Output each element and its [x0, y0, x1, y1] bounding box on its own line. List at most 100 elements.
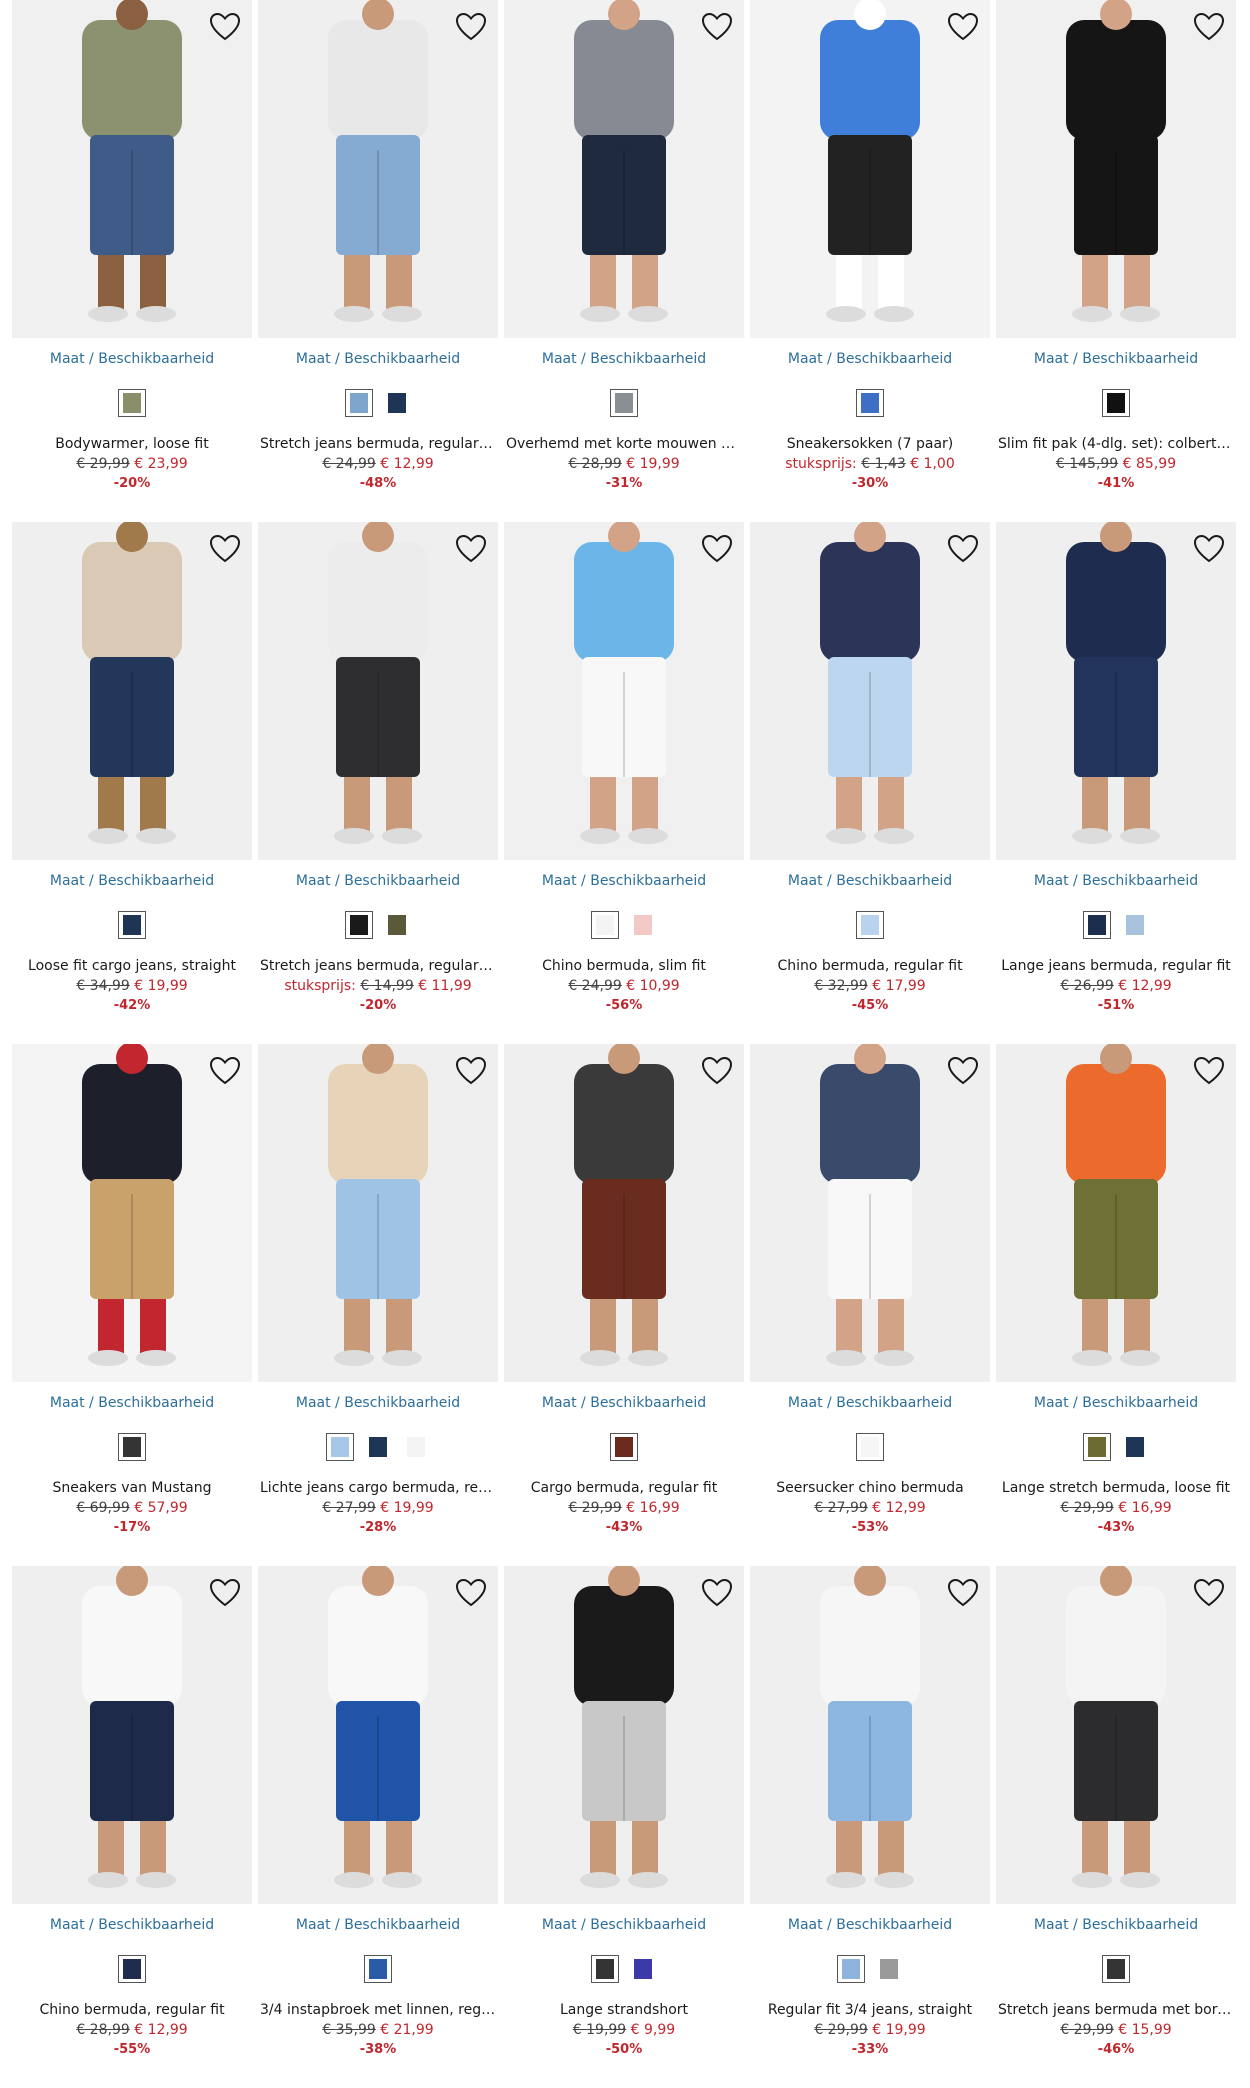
favorite-heart-icon[interactable]: [1192, 1054, 1226, 1088]
product-card[interactable]: Maat / Beschikbaarheid Cargo bermuda, re…: [504, 1044, 744, 1566]
product-image[interactable]: [12, 1566, 252, 1904]
color-swatch[interactable]: [1083, 1433, 1111, 1461]
product-title[interactable]: Chino bermuda, slim fit: [504, 956, 744, 976]
product-title[interactable]: Chino bermuda, regular fit: [750, 956, 990, 976]
favorite-heart-icon[interactable]: [454, 532, 488, 566]
size-availability-link[interactable]: Maat / Beschikbaarheid: [504, 1916, 744, 1934]
product-image[interactable]: [996, 0, 1236, 338]
favorite-heart-icon[interactable]: [700, 1054, 734, 1088]
size-availability-link[interactable]: Maat / Beschikbaarheid: [258, 1394, 498, 1412]
product-title[interactable]: Overhemd met korte mouwen en li…: [504, 434, 744, 454]
product-card[interactable]: Maat / Beschikbaarheid Chino bermuda, sl…: [504, 522, 744, 1044]
color-swatch[interactable]: [629, 1955, 657, 1983]
size-availability-link[interactable]: Maat / Beschikbaarheid: [12, 1394, 252, 1412]
product-image[interactable]: [996, 1044, 1236, 1382]
product-card[interactable]: Maat / Beschikbaarheid Sneakers van Must…: [12, 1044, 252, 1566]
favorite-heart-icon[interactable]: [454, 1054, 488, 1088]
color-swatch[interactable]: [118, 911, 146, 939]
color-swatch[interactable]: [629, 911, 657, 939]
product-title[interactable]: Lange strandshort: [504, 2000, 744, 2020]
product-title[interactable]: Lichte jeans cargo bermuda, relaxe…: [258, 1478, 498, 1498]
product-image[interactable]: [12, 522, 252, 860]
size-availability-link[interactable]: Maat / Beschikbaarheid: [750, 350, 990, 368]
favorite-heart-icon[interactable]: [946, 532, 980, 566]
size-availability-link[interactable]: Maat / Beschikbaarheid: [996, 872, 1236, 890]
product-image[interactable]: [258, 522, 498, 860]
product-title[interactable]: Cargo bermuda, regular fit: [504, 1478, 744, 1498]
favorite-heart-icon[interactable]: [208, 1054, 242, 1088]
color-swatch[interactable]: [1102, 389, 1130, 417]
product-title[interactable]: Stretch jeans bermuda, regular fit: [258, 434, 498, 454]
color-swatch[interactable]: [610, 389, 638, 417]
product-image[interactable]: [258, 1566, 498, 1904]
color-swatch[interactable]: [856, 1433, 884, 1461]
product-image[interactable]: [750, 522, 990, 860]
color-swatch[interactable]: [856, 389, 884, 417]
favorite-heart-icon[interactable]: [454, 1576, 488, 1610]
size-availability-link[interactable]: Maat / Beschikbaarheid: [258, 1916, 498, 1934]
product-card[interactable]: Maat / Beschikbaarheid Seersucker chino …: [750, 1044, 990, 1566]
product-card[interactable]: Maat / Beschikbaarheid Regular fit 3/4 j…: [750, 1566, 990, 2088]
favorite-heart-icon[interactable]: [208, 1576, 242, 1610]
product-card[interactable]: Maat / Beschikbaarheid Stretch jeans ber…: [258, 522, 498, 1044]
product-image[interactable]: [504, 1566, 744, 1904]
size-availability-link[interactable]: Maat / Beschikbaarheid: [12, 350, 252, 368]
color-swatch[interactable]: [364, 1433, 392, 1461]
color-swatch[interactable]: [326, 1433, 354, 1461]
color-swatch[interactable]: [1102, 1955, 1130, 1983]
favorite-heart-icon[interactable]: [946, 1054, 980, 1088]
color-swatch[interactable]: [118, 1433, 146, 1461]
color-swatch[interactable]: [383, 911, 411, 939]
favorite-heart-icon[interactable]: [1192, 532, 1226, 566]
size-availability-link[interactable]: Maat / Beschikbaarheid: [750, 1394, 990, 1412]
color-swatch[interactable]: [1121, 911, 1149, 939]
product-card[interactable]: Maat / Beschikbaarheid Chino bermuda, re…: [750, 522, 990, 1044]
size-availability-link[interactable]: Maat / Beschikbaarheid: [996, 1394, 1236, 1412]
product-card[interactable]: Maat / Beschikbaarheid Bodywarmer, loose…: [12, 0, 252, 522]
product-title[interactable]: Seersucker chino bermuda: [750, 1478, 990, 1498]
product-image[interactable]: [504, 1044, 744, 1382]
color-swatch[interactable]: [591, 1955, 619, 1983]
size-availability-link[interactable]: Maat / Beschikbaarheid: [996, 350, 1236, 368]
size-availability-link[interactable]: Maat / Beschikbaarheid: [750, 1916, 990, 1934]
color-swatch[interactable]: [118, 389, 146, 417]
size-availability-link[interactable]: Maat / Beschikbaarheid: [504, 872, 744, 890]
product-card[interactable]: Maat / Beschikbaarheid Slim fit pak (4-d…: [996, 0, 1236, 522]
color-swatch[interactable]: [610, 1433, 638, 1461]
product-title[interactable]: Stretch jeans bermuda, regular fit (…: [258, 956, 498, 976]
product-image[interactable]: [750, 1566, 990, 1904]
product-card[interactable]: Maat / Beschikbaarheid Lichte jeans carg…: [258, 1044, 498, 1566]
color-swatch[interactable]: [1121, 1433, 1149, 1461]
product-image[interactable]: [258, 0, 498, 338]
size-availability-link[interactable]: Maat / Beschikbaarheid: [258, 872, 498, 890]
product-title[interactable]: Sneakers van Mustang: [12, 1478, 252, 1498]
product-image[interactable]: [504, 522, 744, 860]
color-swatch[interactable]: [875, 1955, 903, 1983]
product-card[interactable]: Maat / Beschikbaarheid Lange strandshort…: [504, 1566, 744, 2088]
product-title[interactable]: Loose fit cargo jeans, straight: [12, 956, 252, 976]
size-availability-link[interactable]: Maat / Beschikbaarheid: [504, 350, 744, 368]
product-card[interactable]: Maat / Beschikbaarheid Stretch jeans ber…: [996, 1566, 1236, 2088]
product-image[interactable]: [258, 1044, 498, 1382]
product-card[interactable]: Maat / Beschikbaarheid Stretch jeans ber…: [258, 0, 498, 522]
product-image[interactable]: [750, 1044, 990, 1382]
favorite-heart-icon[interactable]: [700, 10, 734, 44]
product-card[interactable]: Maat / Beschikbaarheid Sneakersokken (7 …: [750, 0, 990, 522]
favorite-heart-icon[interactable]: [700, 1576, 734, 1610]
size-availability-link[interactable]: Maat / Beschikbaarheid: [750, 872, 990, 890]
favorite-heart-icon[interactable]: [1192, 1576, 1226, 1610]
size-availability-link[interactable]: Maat / Beschikbaarheid: [504, 1394, 744, 1412]
color-swatch[interactable]: [345, 389, 373, 417]
product-card[interactable]: Maat / Beschikbaarheid Lange stretch ber…: [996, 1044, 1236, 1566]
favorite-heart-icon[interactable]: [700, 532, 734, 566]
favorite-heart-icon[interactable]: [946, 10, 980, 44]
product-card[interactable]: Maat / Beschikbaarheid Chino bermuda, re…: [12, 1566, 252, 2088]
product-card[interactable]: Maat / Beschikbaarheid Loose fit cargo j…: [12, 522, 252, 1044]
color-swatch[interactable]: [1083, 911, 1111, 939]
size-availability-link[interactable]: Maat / Beschikbaarheid: [12, 1916, 252, 1934]
favorite-heart-icon[interactable]: [946, 1576, 980, 1610]
color-swatch[interactable]: [402, 1433, 430, 1461]
product-title[interactable]: Lange jeans bermuda, regular fit: [996, 956, 1236, 976]
size-availability-link[interactable]: Maat / Beschikbaarheid: [996, 1916, 1236, 1934]
product-card[interactable]: Maat / Beschikbaarheid 3/4 instapbroek m…: [258, 1566, 498, 2088]
